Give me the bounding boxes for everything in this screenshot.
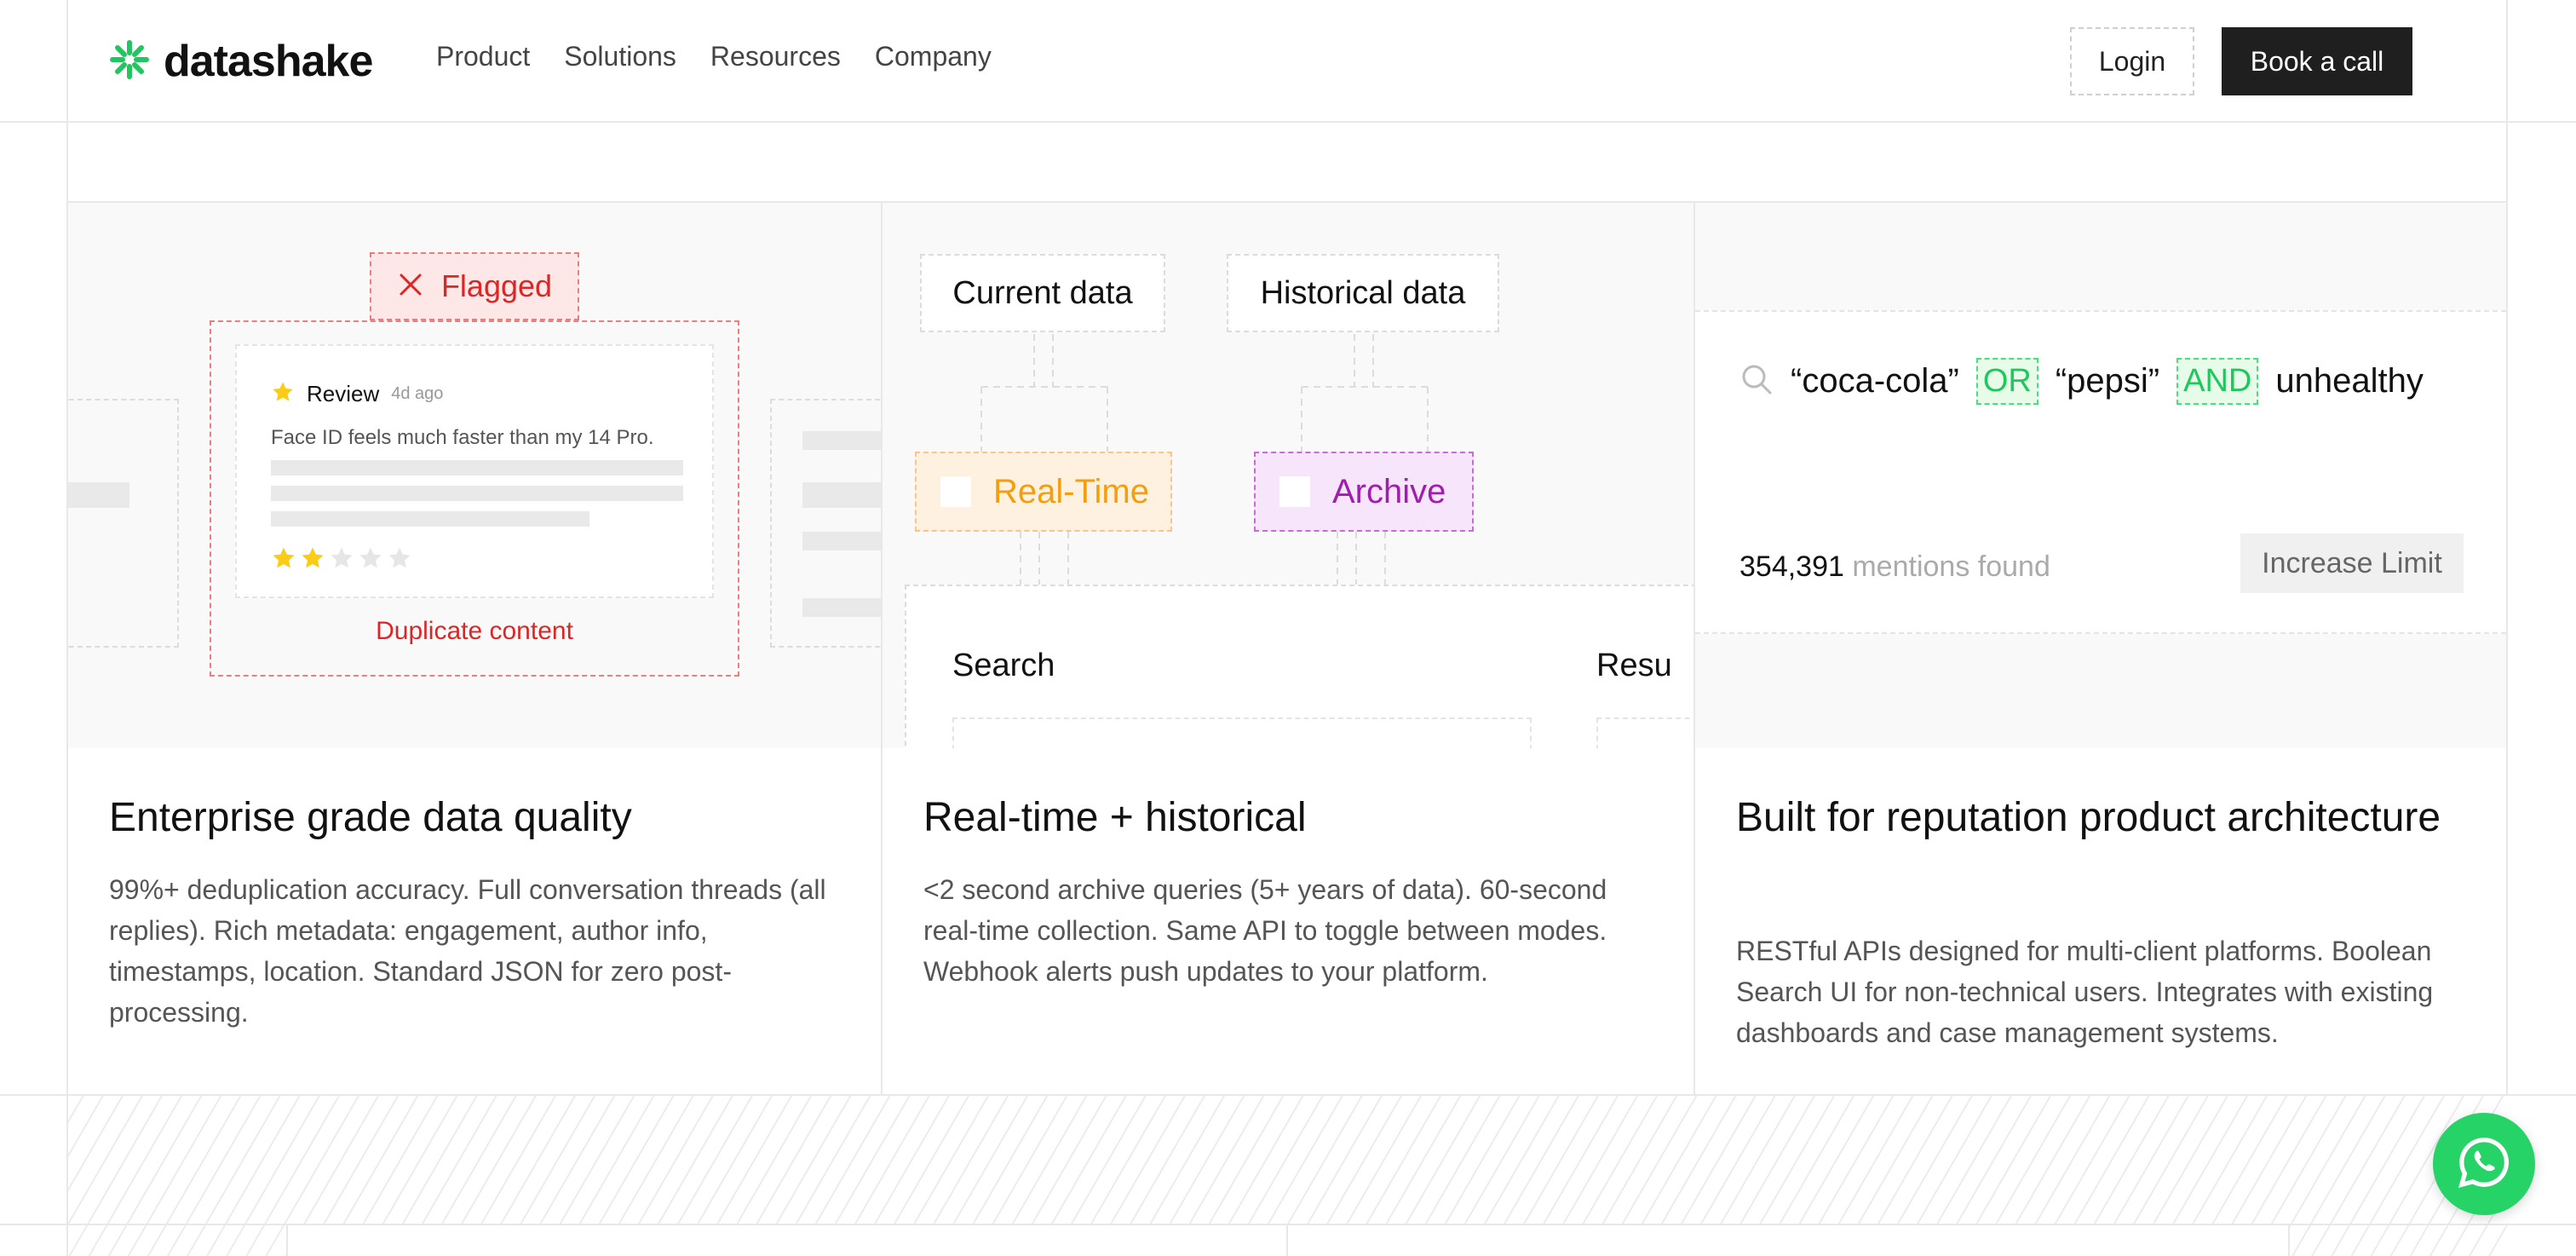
realtime-node: Real-Time (915, 452, 1172, 532)
review-label: Review (307, 381, 380, 406)
search-icon (1739, 362, 1774, 400)
historical-data-node: Historical data (1227, 254, 1499, 332)
boolean-query[interactable]: “coca-cola” OR “pepsi” AND unhealthy (1739, 358, 2424, 405)
review-age: 4d ago (391, 384, 444, 403)
book-call-button[interactable]: Book a call (2222, 27, 2412, 95)
star-icon (329, 545, 354, 575)
next-section-divider (1286, 1225, 1288, 1256)
site-header: datashake Product Solutions Resources Co… (0, 0, 2576, 123)
card-title: Enterprise grade data quality (109, 795, 632, 840)
nav-company[interactable]: Company (875, 41, 992, 72)
search-label: Search (952, 648, 1055, 683)
card-title: Real-time + historical (923, 795, 1307, 840)
close-x-icon (397, 271, 424, 302)
mentions-count: 354,391 (1739, 550, 1844, 583)
side-card-right (770, 399, 881, 648)
duplicate-label: Duplicate content (376, 617, 573, 645)
data-quality-illustration: Flagged Review 4d ago Face ID feels much… (68, 203, 881, 748)
mentions-label: mentions found (1852, 550, 2050, 583)
brand-name: datashake (164, 37, 373, 86)
current-data-node: Current data (920, 254, 1165, 332)
mentions-summary: 354,391 mentions found (1739, 550, 2050, 584)
star-icon (387, 545, 412, 575)
nav-resources[interactable]: Resources (710, 41, 841, 72)
query-term: unhealthy (2275, 362, 2424, 400)
card-description: 99%+ deduplication accuracy. Full conver… (109, 874, 826, 1028)
operator-and: AND (2176, 358, 2259, 405)
review-card: Review 4d ago Face ID feels much faster … (235, 344, 714, 598)
query-term: “coca-cola” (1791, 362, 1959, 400)
boolean-search-illustration: “coca-cola” OR “pepsi” AND unhealthy 354… (1695, 203, 2506, 748)
search-panel: Search Resu (905, 585, 1693, 748)
logo-icon (109, 39, 150, 84)
next-section-top (286, 1225, 2290, 1256)
nav-solutions[interactable]: Solutions (564, 41, 676, 72)
flagged-badge: Flagged (370, 252, 579, 320)
brand-logo[interactable]: datashake (109, 34, 373, 89)
whatsapp-chat-button[interactable] (2433, 1113, 2535, 1215)
archive-node: Archive (1254, 452, 1474, 532)
star-icon (271, 380, 295, 408)
results-label: Resu (1596, 648, 1672, 683)
operator-or: OR (1975, 358, 2038, 405)
query-panel: “coca-cola” OR “pepsi” AND unhealthy 354… (1695, 310, 2506, 634)
flagged-label: Flagged (440, 268, 553, 303)
realtime-label: Real-Time (993, 472, 1149, 510)
realtime-checkbox (940, 476, 971, 507)
review-text: Face ID feels much faster than my 14 Pro… (271, 426, 654, 449)
card-description: <2 second archive queries (5+ years of d… (923, 874, 1607, 987)
query-term: “pepsi” (2055, 362, 2160, 400)
login-button[interactable]: Login (2070, 27, 2194, 95)
star-icon (271, 545, 296, 575)
search-field (952, 717, 1532, 748)
increase-limit-button[interactable]: Increase Limit (2240, 533, 2464, 593)
frame-line-right (2506, 0, 2508, 1256)
archive-checkbox (1279, 476, 1310, 507)
side-card-left (68, 399, 179, 648)
card-title: Built for reputation product architectur… (1736, 795, 2441, 840)
star-icon (358, 545, 383, 575)
whatsapp-icon (2454, 1132, 2514, 1196)
realtime-illustration: Current data Historical data Real-Time A… (883, 203, 1693, 748)
nav-product[interactable]: Product (436, 41, 530, 72)
results-field (1596, 717, 1693, 748)
main-nav: Product Solutions Resources Company (436, 41, 992, 72)
review-rating (271, 545, 412, 575)
star-icon (300, 545, 325, 575)
archive-label: Archive (1332, 472, 1446, 510)
card-description: RESTful APIs designed for multi-client p… (1736, 936, 2434, 1048)
